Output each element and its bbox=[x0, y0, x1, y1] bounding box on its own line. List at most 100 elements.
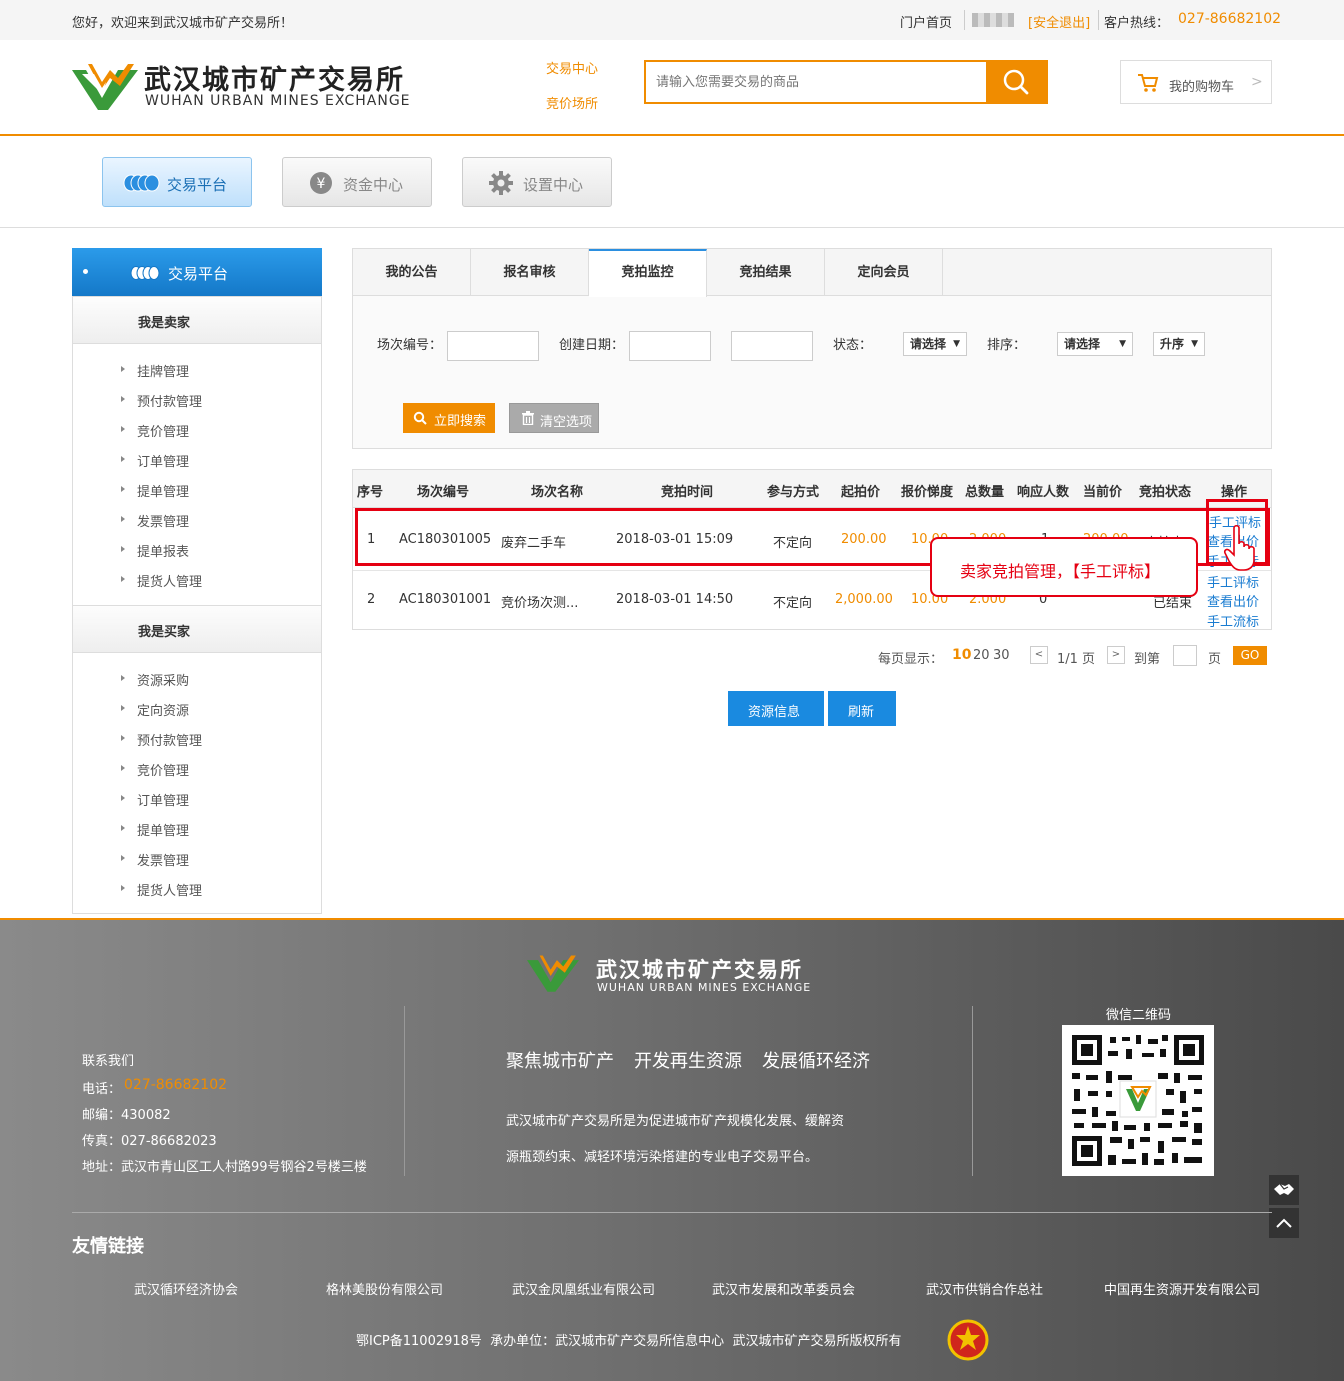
tab-my-announcements[interactable]: 我的公告 bbox=[353, 249, 471, 296]
logout-link[interactable]: [安全退出] bbox=[1028, 12, 1090, 31]
sidebar-item-procurement[interactable]: 资源采购 bbox=[120, 670, 189, 689]
sidebar-header: 交易平台 bbox=[72, 248, 322, 296]
col-mode: 参与方式 bbox=[767, 485, 820, 500]
order-select[interactable]: 升序 ▼ bbox=[1153, 332, 1205, 356]
sort-select[interactable]: 请选择 ▼ bbox=[1057, 332, 1133, 356]
site-logo[interactable]: 武汉城市矿产交易所 WUHAN URBAN MINES EXCHANGE bbox=[72, 56, 422, 116]
search-button[interactable] bbox=[986, 62, 1046, 102]
nav-trade-center[interactable]: 交易中心 bbox=[546, 58, 598, 77]
clear-options-button[interactable]: 清空选项 bbox=[509, 403, 599, 433]
sidebar-item-orders[interactable]: 订单管理 bbox=[120, 790, 189, 809]
sidebar-group-seller: 我是卖家 bbox=[73, 296, 321, 344]
cart-icon bbox=[1138, 74, 1159, 92]
tab-trading-platform[interactable]: 交易平台 bbox=[102, 157, 252, 207]
goto-page-input[interactable] bbox=[1173, 645, 1197, 666]
coins-icon bbox=[123, 174, 160, 192]
search-box bbox=[644, 60, 1048, 104]
sidebar-item-bidding[interactable]: 竞价管理 bbox=[120, 760, 189, 779]
sidebar-item-prepay[interactable]: 预付款管理 bbox=[120, 391, 202, 410]
tab-settings-center[interactable]: 设置中心 bbox=[462, 157, 612, 207]
friend-link[interactable]: 武汉循环经济协会 bbox=[134, 1279, 238, 1298]
logo-name-en: WUHAN URBAN MINES EXCHANGE bbox=[597, 981, 812, 994]
sidebar-item-orders[interactable]: 订单管理 bbox=[120, 451, 189, 470]
filter-panel: 我的公告 报名审核 竞拍监控 竞拍结果 定向会员 场次编号： 创建日期： 状态：… bbox=[352, 248, 1272, 449]
sidebar-item-lading-report[interactable]: 提单报表 bbox=[120, 541, 189, 560]
yen-icon: ¥ bbox=[310, 172, 332, 194]
col-operations: 操作 bbox=[1221, 485, 1248, 500]
shopping-cart-button[interactable]: 我的购物车 > bbox=[1120, 60, 1272, 104]
sidebar-item-directed-resources[interactable]: 定向资源 bbox=[120, 700, 189, 719]
description-line-2: 源瓶颈约束、减轻环境污染搭建的专业电子交易平台。 bbox=[506, 1150, 819, 1165]
go-button[interactable]: GO bbox=[1233, 646, 1267, 665]
friend-link[interactable]: 武汉市发展和改革委员会 bbox=[712, 1279, 855, 1298]
manual-evaluate-link[interactable]: 手工评标 bbox=[1207, 572, 1259, 591]
col-current-price: 当前价 bbox=[1083, 485, 1123, 500]
logo-icon bbox=[527, 955, 579, 992]
sidebar-item-listing[interactable]: 挂牌管理 bbox=[120, 361, 189, 380]
date-end-input[interactable] bbox=[731, 331, 813, 361]
cart-label: 我的购物车 bbox=[1169, 80, 1235, 95]
status-select[interactable]: 请选择 ▼ bbox=[903, 332, 967, 356]
sidebar-item-prepay[interactable]: 预付款管理 bbox=[120, 730, 202, 749]
view-bids-link[interactable]: 查看出价 bbox=[1207, 591, 1259, 610]
col-quantity: 总数量 bbox=[965, 485, 1005, 500]
group-title: 我是买家 bbox=[138, 625, 191, 640]
manual-abort-link[interactable]: 手工流标 bbox=[1207, 611, 1259, 630]
sidebar-item-pickup-person[interactable]: 提货人管理 bbox=[120, 880, 202, 899]
friend-link[interactable]: 中国再生资源开发有限公司 bbox=[1104, 1279, 1260, 1298]
resource-info-button[interactable]: 资源信息 bbox=[728, 691, 824, 726]
back-to-top-button[interactable] bbox=[1269, 1208, 1299, 1238]
site-header: 武汉城市矿产交易所 WUHAN URBAN MINES EXCHANGE 交易中… bbox=[0, 40, 1344, 136]
sidebar-item-pickup-person[interactable]: 提货人管理 bbox=[120, 571, 202, 590]
cell-start-price: 2,000.00 bbox=[835, 592, 893, 607]
col-step: 报价悌度 bbox=[901, 485, 954, 500]
search-now-button[interactable]: 立即搜索 bbox=[403, 403, 495, 433]
sidebar: 交易平台 我是卖家 挂牌管理 预付款管理 竞价管理 订单管理 提单管理 发票管理… bbox=[72, 248, 322, 914]
col-start-price: 起拍价 bbox=[841, 485, 881, 500]
page-size-30[interactable]: 30 bbox=[993, 648, 1010, 663]
wechat-qr-label: 微信二维码 bbox=[1106, 1008, 1172, 1023]
tab-directed-members[interactable]: 定向会员 bbox=[825, 249, 943, 296]
page-size-20[interactable]: 20 bbox=[973, 648, 990, 663]
welcome-text: 您好，欢迎来到武汉城市矿产交易所！ bbox=[72, 16, 294, 31]
group-title: 我是卖家 bbox=[138, 316, 191, 331]
goto-label: 到第 bbox=[1134, 652, 1161, 667]
cell-time: 2018-03-01 14:50 bbox=[616, 592, 734, 607]
footer-divider bbox=[404, 1006, 405, 1176]
divider bbox=[1098, 10, 1099, 30]
sidebar-item-invoices[interactable]: 发票管理 bbox=[120, 511, 189, 530]
nav-bidding-venue[interactable]: 竞价场所 bbox=[546, 93, 598, 112]
tab-bid-monitoring[interactable]: 竞拍监控 bbox=[589, 249, 707, 297]
tab-funds-center[interactable]: ¥ 资金中心 bbox=[282, 157, 432, 207]
sidebar-item-invoices[interactable]: 发票管理 bbox=[120, 850, 189, 869]
prev-page-button[interactable]: < bbox=[1030, 646, 1048, 664]
wechat-qr-code bbox=[1062, 1025, 1214, 1176]
tab-bid-results[interactable]: 竞拍结果 bbox=[707, 249, 825, 296]
sidebar-item-bill-of-lading[interactable]: 提单管理 bbox=[120, 481, 189, 500]
chevron-right-icon: > bbox=[1251, 74, 1263, 90]
refresh-button[interactable]: 刷新 bbox=[828, 691, 896, 726]
sidebar-item-bidding[interactable]: 竞价管理 bbox=[120, 421, 189, 440]
friend-link[interactable]: 武汉市供销合作总社 bbox=[926, 1279, 1043, 1298]
tab-label: 设置中心 bbox=[523, 176, 584, 194]
next-page-button[interactable]: > bbox=[1107, 646, 1125, 664]
col-session-code: 场次编号 bbox=[417, 485, 470, 500]
chevron-down-icon: ▼ bbox=[1191, 339, 1198, 349]
sidebar-item-bill-of-lading[interactable]: 提单管理 bbox=[120, 820, 189, 839]
search-input[interactable] bbox=[646, 62, 986, 102]
contact-title: 联系我们 bbox=[82, 1054, 135, 1069]
friend-link[interactable]: 武汉金凤凰纸业有限公司 bbox=[512, 1279, 655, 1298]
svg-text:¥: ¥ bbox=[317, 176, 326, 192]
page-size-10[interactable]: 10 bbox=[952, 647, 971, 663]
chevron-down-icon: ▼ bbox=[1119, 339, 1126, 349]
feedback-button[interactable] bbox=[1269, 1175, 1299, 1205]
coins-icon bbox=[130, 266, 160, 280]
session-no-input[interactable] bbox=[447, 331, 539, 361]
friend-link[interactable]: 格林美股份有限公司 bbox=[326, 1279, 443, 1298]
page-info: 1/1 页 bbox=[1057, 652, 1096, 667]
portal-home-link[interactable]: 门户首页 bbox=[900, 12, 952, 31]
cell-no: 2 bbox=[367, 592, 376, 607]
date-start-input[interactable] bbox=[629, 331, 711, 361]
qr-code-icon bbox=[1072, 1035, 1204, 1166]
tab-registration-review[interactable]: 报名审核 bbox=[471, 249, 589, 296]
